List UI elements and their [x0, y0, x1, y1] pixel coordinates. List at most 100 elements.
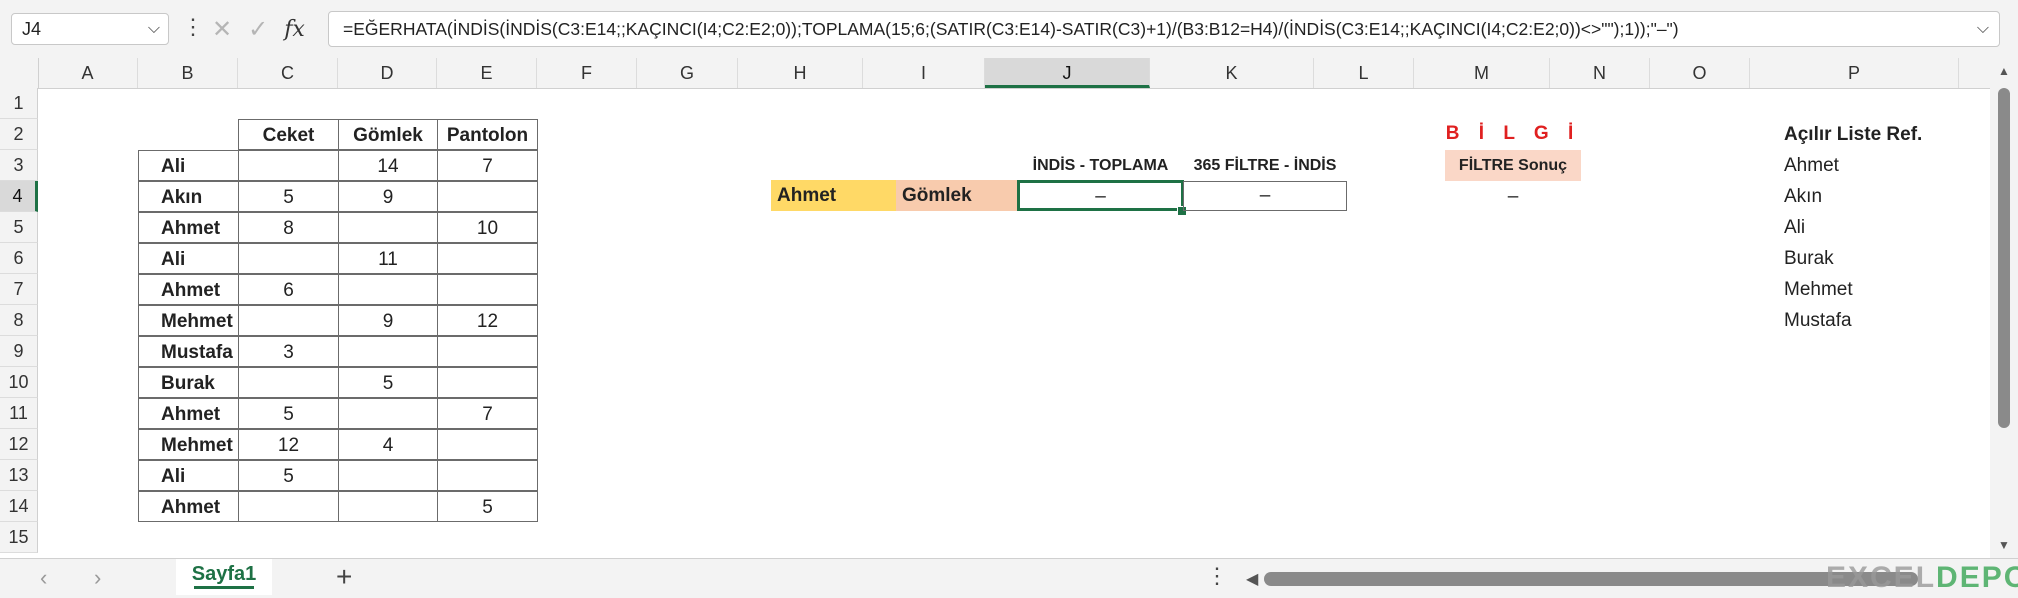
table-name-cell[interactable]: Ali — [138, 243, 239, 274]
row-header-7[interactable]: 7 — [0, 274, 38, 305]
table-value-cell[interactable] — [437, 429, 538, 460]
column-header-b[interactable]: B — [138, 58, 238, 88]
row-header-8[interactable]: 8 — [0, 305, 38, 336]
table-value-cell[interactable] — [437, 181, 538, 212]
row-header-14[interactable]: 14 — [0, 491, 38, 522]
vertical-scroll-thumb[interactable] — [1998, 88, 2010, 428]
table-name-cell[interactable]: Mustafa — [138, 336, 239, 367]
table-value-cell[interactable] — [238, 367, 339, 398]
confirm-icon[interactable]: ✓ — [248, 15, 268, 44]
dropdown-ref-item[interactable]: Burak — [1784, 243, 1964, 274]
table-name-cell[interactable]: Ahmet — [138, 274, 239, 305]
vertical-scrollbar[interactable]: ▲ ▼ — [1990, 58, 2018, 558]
column-header-d[interactable]: D — [338, 58, 437, 88]
table-name-cell[interactable]: Burak — [138, 367, 239, 398]
select-all-corner[interactable] — [0, 58, 39, 88]
expand-formula-icon[interactable]: ⌵ — [1977, 12, 1989, 46]
table-value-cell[interactable]: 8 — [238, 212, 339, 243]
table-value-cell[interactable]: 7 — [437, 398, 538, 429]
column-header-i[interactable]: I — [863, 58, 985, 88]
column-header-h[interactable]: H — [738, 58, 863, 88]
table-value-cell[interactable] — [338, 336, 438, 367]
column-header-j[interactable]: J — [985, 58, 1150, 88]
dropdown-ref-item[interactable]: Akın — [1784, 181, 1964, 212]
name-box[interactable]: J4 ⌵ — [11, 13, 169, 45]
column-header-p[interactable]: P — [1750, 58, 1959, 88]
column-header-n[interactable]: N — [1550, 58, 1650, 88]
header-indis-toplama[interactable]: İNDİS - TOPLAMA — [1018, 150, 1183, 181]
dropdown-ref-item[interactable]: Ali — [1784, 212, 1964, 243]
column-header-g[interactable]: G — [637, 58, 738, 88]
table-header-cell[interactable]: Gömlek — [338, 119, 438, 150]
table-value-cell[interactable] — [437, 243, 538, 274]
table-value-cell[interactable] — [238, 491, 339, 522]
header-365-filtre-indis[interactable]: 365 FİLTRE - İNDİS — [1183, 150, 1347, 181]
row-header-6[interactable]: 6 — [0, 243, 38, 274]
row-header-11[interactable]: 11 — [0, 398, 38, 429]
column-header-l[interactable]: L — [1314, 58, 1414, 88]
table-value-cell[interactable]: 5 — [338, 367, 438, 398]
column-header-m[interactable]: M — [1414, 58, 1550, 88]
formula-input[interactable]: =EĞERHATA(İNDİS(İNDİS(C3:E14;;KAÇINCI(I4… — [328, 11, 2000, 47]
table-name-cell[interactable]: Mehmet — [138, 429, 239, 460]
column-header-o[interactable]: O — [1650, 58, 1750, 88]
table-value-cell[interactable]: 5 — [437, 491, 538, 522]
add-sheet-button[interactable]: + — [336, 561, 352, 593]
table-value-cell[interactable]: 6 — [238, 274, 339, 305]
tab-options-icon[interactable]: ⋮ — [1206, 563, 1228, 589]
column-header-k[interactable]: K — [1150, 58, 1314, 88]
dropdown-ref-item[interactable]: Mustafa — [1784, 305, 1964, 336]
result-365-filtre-cell[interactable]: – — [1183, 181, 1347, 211]
table-name-cell[interactable]: Ali — [138, 150, 239, 181]
row-header-9[interactable]: 9 — [0, 336, 38, 367]
table-value-cell[interactable] — [338, 491, 438, 522]
table-value-cell[interactable]: 9 — [338, 305, 438, 336]
dropdown-ref-item[interactable]: Mehmet — [1784, 274, 1964, 305]
row-header-13[interactable]: 13 — [0, 460, 38, 491]
sheet-tab-sayfa1[interactable]: Sayfa1 — [176, 559, 272, 595]
worksheet-grid[interactable]: ABCDEFGHIJKLMNOPQ 123456789101112131415 … — [0, 58, 2016, 558]
table-value-cell[interactable] — [338, 460, 438, 491]
prev-sheet-icon[interactable]: ‹ — [40, 565, 47, 591]
table-value-cell[interactable]: 12 — [437, 305, 538, 336]
table-name-cell[interactable]: Ahmet — [138, 491, 239, 522]
table-value-cell[interactable] — [238, 150, 339, 181]
row-header-2[interactable]: 2 — [0, 119, 38, 150]
table-value-cell[interactable]: 5 — [238, 460, 339, 491]
table-value-cell[interactable]: 4 — [338, 429, 438, 460]
table-name-cell[interactable]: Ali — [138, 460, 239, 491]
column-header-f[interactable]: F — [537, 58, 637, 88]
column-header-c[interactable]: C — [238, 58, 338, 88]
table-value-cell[interactable]: 3 — [238, 336, 339, 367]
lookup-name-cell[interactable]: Ahmet — [771, 180, 896, 211]
chevron-down-icon[interactable]: ⌵ — [148, 14, 160, 44]
table-value-cell[interactable]: 5 — [238, 181, 339, 212]
row-header-5[interactable]: 5 — [0, 212, 38, 243]
column-header-e[interactable]: E — [437, 58, 537, 88]
row-header-12[interactable]: 12 — [0, 429, 38, 460]
scroll-down-icon[interactable]: ▼ — [1998, 538, 2010, 552]
row-header-10[interactable]: 10 — [0, 367, 38, 398]
horizontal-scroll-thumb[interactable] — [1264, 572, 1918, 586]
table-name-cell[interactable]: Ahmet — [138, 398, 239, 429]
row-header-15[interactable]: 15 — [0, 522, 38, 553]
table-value-cell[interactable]: 5 — [238, 398, 339, 429]
table-value-cell[interactable] — [238, 305, 339, 336]
table-value-cell[interactable] — [338, 274, 438, 305]
dropdown-ref-title[interactable]: Açılır Liste Ref. — [1784, 119, 1964, 150]
row-header-3[interactable]: 3 — [0, 150, 38, 181]
filtre-sonuc-label[interactable]: FİLTRE Sonuç — [1445, 150, 1581, 181]
scroll-left-icon[interactable]: ◀ — [1246, 569, 1258, 589]
cancel-icon[interactable]: ✕ — [212, 15, 232, 44]
table-value-cell[interactable] — [238, 243, 339, 274]
row-header-1[interactable]: 1 — [0, 88, 38, 119]
dropdown-ref-item[interactable]: Ahmet — [1784, 150, 1964, 181]
table-value-cell[interactable]: 7 — [437, 150, 538, 181]
table-value-cell[interactable]: 14 — [338, 150, 438, 181]
result-indis-toplama-cell[interactable]: – — [1017, 180, 1184, 211]
filtre-sonuc-value[interactable]: – — [1445, 181, 1581, 212]
table-header-cell[interactable]: Pantolon — [437, 119, 538, 150]
table-value-cell[interactable]: 12 — [238, 429, 339, 460]
table-value-cell[interactable] — [437, 274, 538, 305]
table-value-cell[interactable] — [437, 460, 538, 491]
